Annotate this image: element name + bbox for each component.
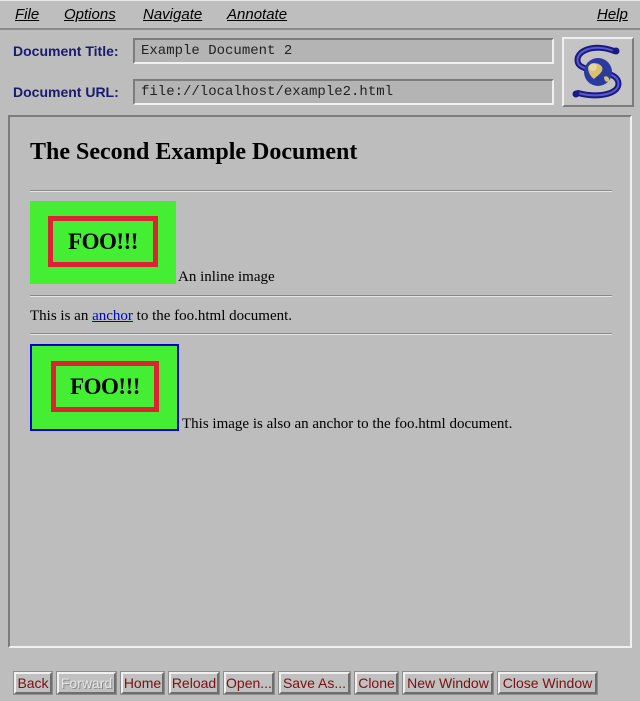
menu-help[interactable]: Help: [597, 6, 628, 23]
menu-navigate-label: Navigate: [143, 6, 203, 23]
anchor-sentence-suffix: to the foo.html document.: [136, 308, 293, 324]
anchor-image-caption: This image is also an anchor to the foo.…: [182, 416, 513, 432]
reload-button[interactable]: Reload: [168, 671, 220, 695]
inline-image-caption: An inline image: [178, 269, 275, 285]
document-title-field[interactable]: Example Document 2: [133, 38, 554, 64]
forward-button[interactable]: Forward: [56, 671, 117, 695]
menu-navigate[interactable]: Navigate: [143, 6, 202, 23]
document-heading: The Second Example Document: [30, 139, 358, 165]
anchor-sentence: This is an anchor to the foo.html docume…: [30, 308, 292, 325]
menu-options[interactable]: Options: [64, 6, 116, 23]
document-url-field[interactable]: file://localhost/example2.html: [133, 79, 554, 105]
save-as-button[interactable]: Save As...: [278, 671, 351, 695]
open-button[interactable]: Open...: [223, 671, 275, 695]
menu-options-label: Options: [64, 6, 116, 23]
anchor-link[interactable]: anchor: [92, 308, 133, 324]
horizontal-rule: [30, 190, 612, 192]
home-button[interactable]: Home: [120, 671, 165, 695]
menu-file[interactable]: File: [15, 6, 39, 23]
document-url-label: Document URL:: [13, 84, 119, 100]
spinning-globe-s-logo-icon: [572, 44, 622, 99]
menu-annotate-label: Annotate: [227, 6, 288, 23]
menu-file-label: File: [15, 6, 40, 23]
document-title-label: Document Title:: [13, 43, 119, 59]
menu-annotate[interactable]: Annotate: [227, 6, 287, 23]
horizontal-rule: [30, 333, 612, 335]
new-window-button[interactable]: New Window: [402, 671, 494, 695]
foo-inline-image: FOO!!!: [30, 201, 176, 284]
menu-bar: File Options Navigate Annotate Help: [0, 0, 640, 30]
clone-button[interactable]: Clone: [354, 671, 399, 695]
horizontal-rule: [30, 295, 612, 297]
foo-anchor-image-text: FOO!!!: [51, 361, 159, 412]
foo-image-text: FOO!!!: [48, 216, 158, 267]
anchor-sentence-prefix: This is an: [30, 308, 89, 324]
back-button[interactable]: Back: [13, 671, 53, 695]
document-view[interactable]: The Second Example Document FOO!!! An in…: [8, 115, 632, 648]
close-window-button[interactable]: Close Window: [497, 671, 598, 695]
menu-help-label: Help: [597, 6, 628, 23]
mosaic-logo[interactable]: [562, 37, 634, 107]
foo-anchor-image[interactable]: FOO!!!: [30, 344, 179, 431]
